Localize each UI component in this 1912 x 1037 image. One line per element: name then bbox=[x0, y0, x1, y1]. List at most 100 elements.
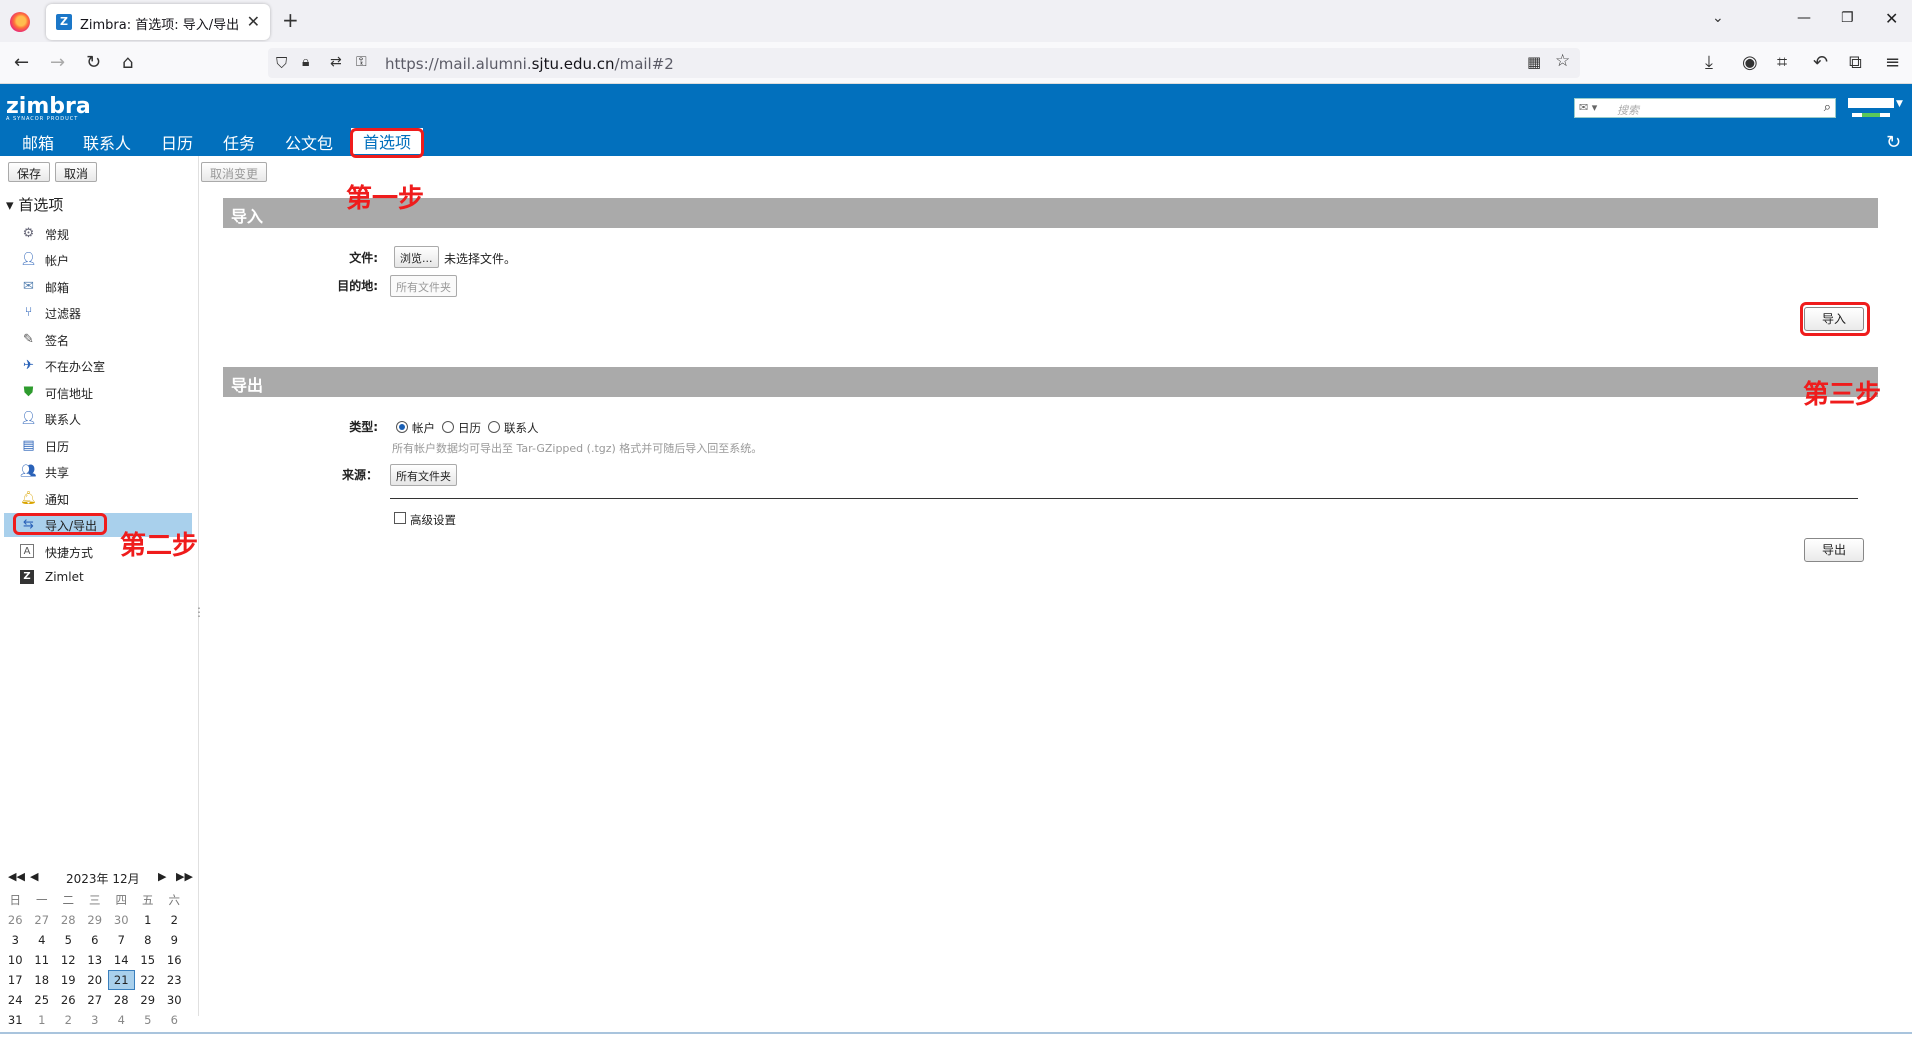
calendar-day[interactable]: 7 bbox=[108, 930, 135, 950]
calendar-day[interactable]: 1 bbox=[29, 1010, 56, 1030]
sidebar-item-calendar[interactable]: ▤ 日历 bbox=[20, 434, 190, 458]
back-icon[interactable]: ← bbox=[14, 52, 29, 73]
calendar-day[interactable]: 23 bbox=[161, 970, 188, 990]
next-year-icon[interactable]: ▶▶ bbox=[176, 870, 193, 883]
calendar-day[interactable]: 24 bbox=[2, 990, 29, 1010]
sidebar-item-signatures[interactable]: ✎ 签名 bbox=[20, 328, 190, 352]
radio-contacts-label[interactable]: 联系人 bbox=[504, 420, 539, 436]
tracking-shield-icon[interactable]: ⛉ bbox=[276, 54, 287, 72]
search-input[interactable]: 搜索 bbox=[1617, 102, 1639, 118]
calendar-day[interactable]: 8 bbox=[135, 930, 162, 950]
radio-calendar-label[interactable]: 日历 bbox=[458, 420, 481, 436]
prev-year-icon[interactable]: ◀◀ bbox=[8, 870, 25, 883]
sidebar-item-out-of-office[interactable]: ✈ 不在办公室 bbox=[20, 354, 190, 378]
restore-icon[interactable]: ❐ bbox=[1841, 10, 1854, 26]
undo-icon[interactable]: ↶ bbox=[1813, 52, 1828, 73]
sidebar-item-accounts[interactable]: 👤︎ 帐户 bbox=[20, 248, 190, 272]
sidebar-item-trusted-addresses[interactable]: ⛊ 可信地址 bbox=[20, 381, 190, 405]
calendar-day[interactable]: 25 bbox=[29, 990, 56, 1010]
qr-code-icon[interactable]: ▦ bbox=[1527, 53, 1541, 71]
export-source-button[interactable]: 所有文件夹 bbox=[390, 464, 457, 486]
calendar-day[interactable]: 21 bbox=[108, 970, 135, 990]
sidebar-item-general[interactable]: ⚙ 常规 bbox=[20, 222, 190, 246]
radio-account[interactable] bbox=[396, 421, 408, 433]
download-icon[interactable]: ⤓ bbox=[1705, 52, 1713, 73]
radio-calendar[interactable] bbox=[442, 421, 454, 433]
advanced-settings-checkbox[interactable] bbox=[394, 512, 406, 524]
calendar-day[interactable]: 4 bbox=[108, 1010, 135, 1030]
sidebar-item-notifications[interactable]: 🔔︎ 通知 bbox=[20, 487, 190, 511]
key-icon[interactable]: ⚿ bbox=[356, 54, 367, 70]
home-icon[interactable]: ⌂ bbox=[122, 52, 133, 73]
user-menu-chevron-icon[interactable]: ▼ bbox=[1896, 99, 1903, 109]
reload-icon[interactable]: ↻ bbox=[86, 52, 101, 73]
calendar-day[interactable]: 2 bbox=[55, 1010, 82, 1030]
calendar-day[interactable]: 5 bbox=[55, 930, 82, 950]
firefox-icon[interactable] bbox=[10, 12, 30, 32]
forward-icon[interactable]: → bbox=[50, 52, 65, 73]
radio-contacts[interactable] bbox=[488, 421, 500, 433]
calendar-day[interactable]: 30 bbox=[161, 990, 188, 1010]
calendar-day[interactable]: 4 bbox=[29, 930, 56, 950]
undo-changes-button[interactable]: 取消变更 bbox=[201, 162, 268, 182]
advanced-settings-label[interactable]: 高级设置 bbox=[410, 512, 456, 528]
import-destination-button[interactable]: 所有文件夹 bbox=[390, 275, 457, 297]
calendar-day[interactable]: 5 bbox=[135, 1010, 162, 1030]
tab-mail[interactable]: 邮箱 bbox=[22, 130, 54, 154]
calendar-day[interactable]: 10 bbox=[2, 950, 29, 970]
export-button[interactable]: 导出 bbox=[1804, 538, 1864, 562]
account-circle-icon[interactable]: ◉ bbox=[1742, 52, 1758, 73]
user-name-redacted[interactable] bbox=[1848, 98, 1894, 108]
minimize-icon[interactable]: — bbox=[1797, 10, 1811, 26]
calendar-day[interactable]: 26 bbox=[2, 910, 29, 930]
calendar-day[interactable]: 29 bbox=[135, 990, 162, 1010]
save-button[interactable]: 保存 bbox=[8, 162, 51, 182]
calendar-day[interactable]: 6 bbox=[161, 1010, 188, 1030]
bookmark-star-icon[interactable]: ☆ bbox=[1555, 51, 1570, 71]
calendar-day[interactable]: 31 bbox=[2, 1010, 29, 1030]
calendar-day[interactable]: 16 bbox=[161, 950, 188, 970]
search-icon[interactable]: ⌕ bbox=[1824, 100, 1831, 115]
zimbra-logo[interactable]: zimbra A SYNACOR PRODUCT bbox=[6, 94, 91, 122]
browser-tab[interactable]: Z Zimbra: 首选项: 导入/导出 ✕ bbox=[46, 4, 270, 40]
calendar-day[interactable]: 12 bbox=[55, 950, 82, 970]
permissions-icon[interactable]: ⇄ bbox=[330, 54, 342, 70]
tree-root-preferences[interactable]: ▾ 首选项 bbox=[6, 194, 63, 215]
calendar-day[interactable]: 28 bbox=[55, 910, 82, 930]
close-icon[interactable]: ✕ bbox=[247, 12, 260, 31]
calendar-day[interactable]: 17 bbox=[2, 970, 29, 990]
calendar-day[interactable]: 9 bbox=[161, 930, 188, 950]
lock-icon[interactable]: 🔒︎ bbox=[302, 54, 309, 70]
calendar-day[interactable]: 18 bbox=[29, 970, 56, 990]
calendar-day[interactable]: 26 bbox=[55, 990, 82, 1010]
calendar-day[interactable]: 29 bbox=[82, 910, 109, 930]
calendar-day[interactable]: 11 bbox=[29, 950, 56, 970]
calendar-day[interactable]: 6 bbox=[82, 930, 109, 950]
window-close-icon[interactable]: ✕ bbox=[1885, 9, 1898, 28]
calendar-day[interactable]: 27 bbox=[82, 990, 109, 1010]
calendar-day[interactable]: 3 bbox=[82, 1010, 109, 1030]
cancel-button[interactable]: 取消 bbox=[55, 162, 98, 182]
calendar-day[interactable]: 2 bbox=[161, 910, 188, 930]
calendar-day[interactable]: 1 bbox=[135, 910, 162, 930]
sidebar-item-mail[interactable]: ✉ 邮箱 bbox=[20, 275, 190, 299]
url-text[interactable]: https://mail.alumni.sjtu.edu.cn/mail#2 bbox=[385, 55, 674, 73]
tab-calendar[interactable]: 日历 bbox=[161, 130, 193, 154]
tab-briefcase[interactable]: 公文包 bbox=[285, 130, 333, 154]
search-type-icon[interactable]: ✉ ▾ bbox=[1579, 101, 1597, 114]
calendar-day[interactable]: 30 bbox=[108, 910, 135, 930]
chevron-down-icon[interactable]: ⌄ bbox=[1712, 10, 1724, 26]
calendar-day[interactable]: 28 bbox=[108, 990, 135, 1010]
calendar-day[interactable]: 14 bbox=[108, 950, 135, 970]
extensions-icon[interactable]: ⧉ bbox=[1849, 52, 1862, 73]
menu-icon[interactable]: ≡ bbox=[1885, 52, 1900, 73]
tab-tasks[interactable]: 任务 bbox=[223, 130, 255, 154]
next-month-icon[interactable]: ▶ bbox=[158, 870, 166, 883]
calendar-day[interactable]: 20 bbox=[82, 970, 109, 990]
sidebar-item-filters[interactable]: ⑂ 过滤器 bbox=[20, 301, 190, 325]
calendar-day[interactable]: 27 bbox=[29, 910, 56, 930]
calendar-day[interactable]: 3 bbox=[2, 930, 29, 950]
refresh-icon[interactable]: ↻ bbox=[1886, 132, 1901, 153]
calendar-day[interactable]: 19 bbox=[55, 970, 82, 990]
browse-button[interactable]: 浏览... bbox=[394, 246, 439, 268]
